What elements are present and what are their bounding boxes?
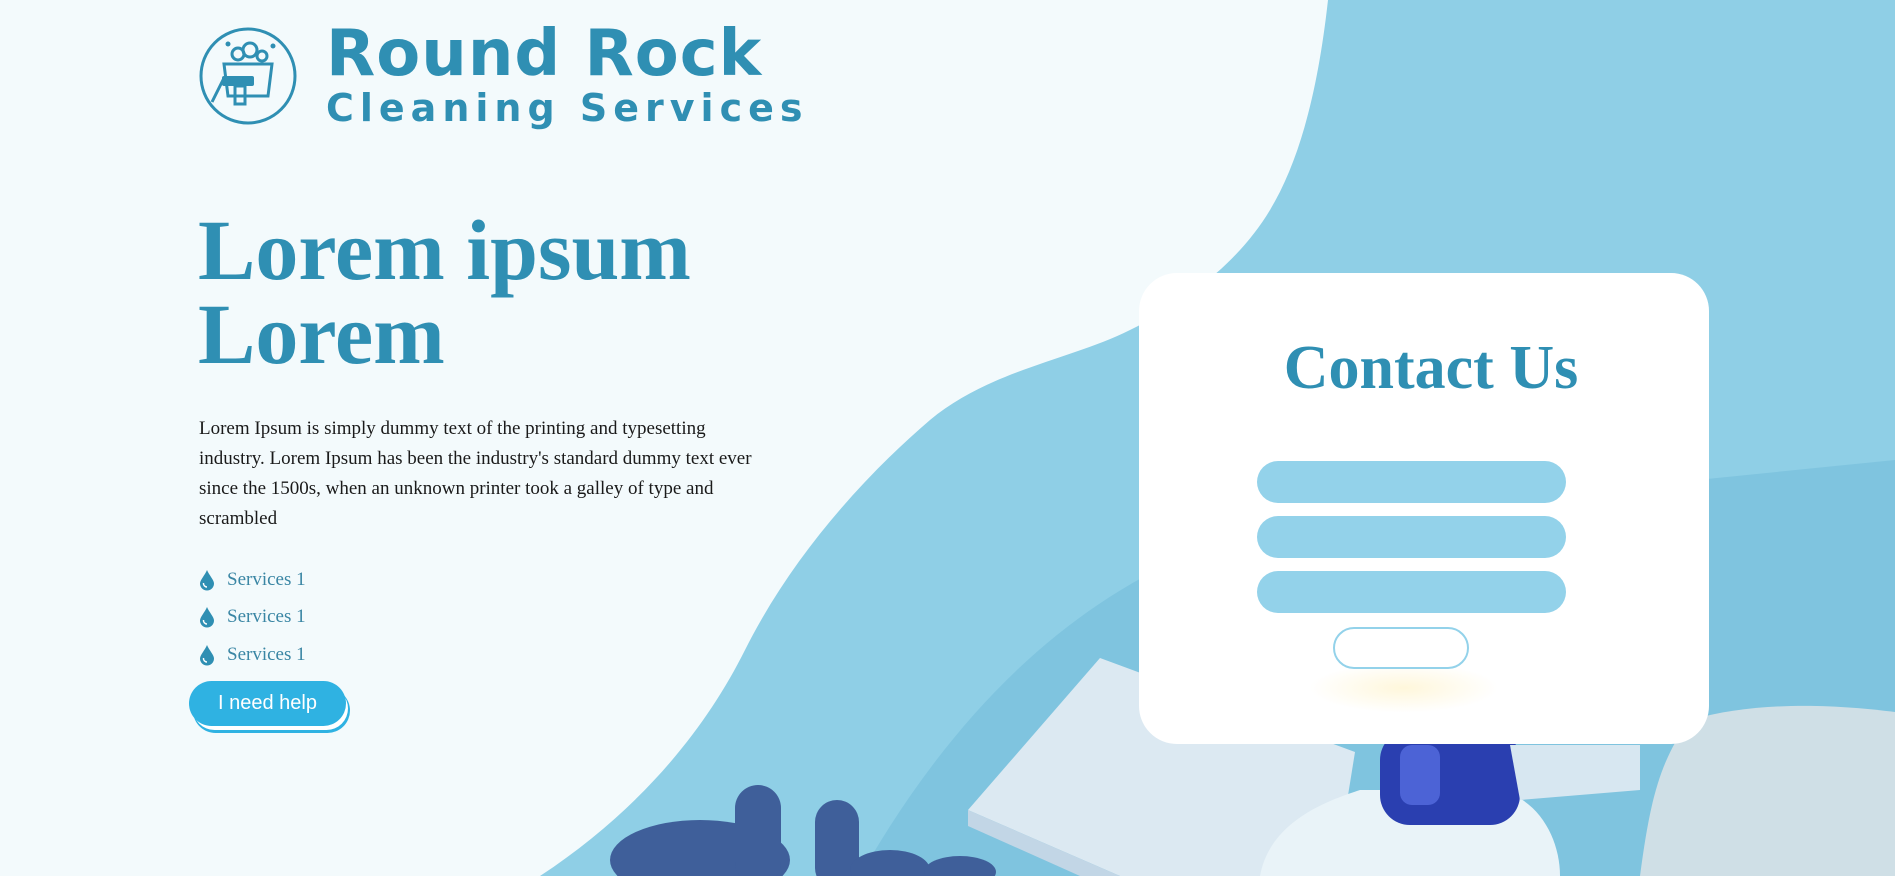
contact-title: Contact Us xyxy=(1283,334,1579,402)
services-list: Services 1 Services 1 Services 1 xyxy=(199,561,306,674)
brand-name: Round Rock xyxy=(326,17,763,91)
contact-field-1[interactable] xyxy=(1257,461,1566,503)
water-drop-icon xyxy=(200,644,214,666)
service-label: Services 1 xyxy=(227,606,306,628)
contact-field-3[interactable] xyxy=(1257,571,1566,613)
hero-description: Lorem Ipsum is simply dummy text of the … xyxy=(199,418,752,529)
submit-button[interactable] xyxy=(1333,627,1469,669)
water-drop-icon xyxy=(200,607,214,628)
submit-glow xyxy=(1309,663,1499,713)
water-drop-icon xyxy=(200,569,214,591)
contact-field-2[interactable] xyxy=(1257,516,1566,558)
hero-title: Lorem ipsum Lorem xyxy=(198,202,691,382)
brand-tagline: Cleaning Services xyxy=(326,86,809,130)
contact-form-card: Contact Us xyxy=(1139,273,1709,744)
cleaning-bucket-icon xyxy=(199,27,297,125)
hero-title-line-1: Lorem ipsum xyxy=(198,202,691,298)
service-item: Services 1 xyxy=(199,561,306,599)
service-label: Services 1 xyxy=(227,643,306,665)
service-item: Services 1 xyxy=(199,599,306,637)
hero-title-line-2: Lorem xyxy=(198,286,445,382)
service-item: Services 1 xyxy=(199,636,306,674)
need-help-button[interactable]: I need help xyxy=(189,681,346,726)
brand-logo[interactable]: Round Rock Cleaning Services xyxy=(198,22,808,130)
service-label: Services 1 xyxy=(227,568,306,590)
